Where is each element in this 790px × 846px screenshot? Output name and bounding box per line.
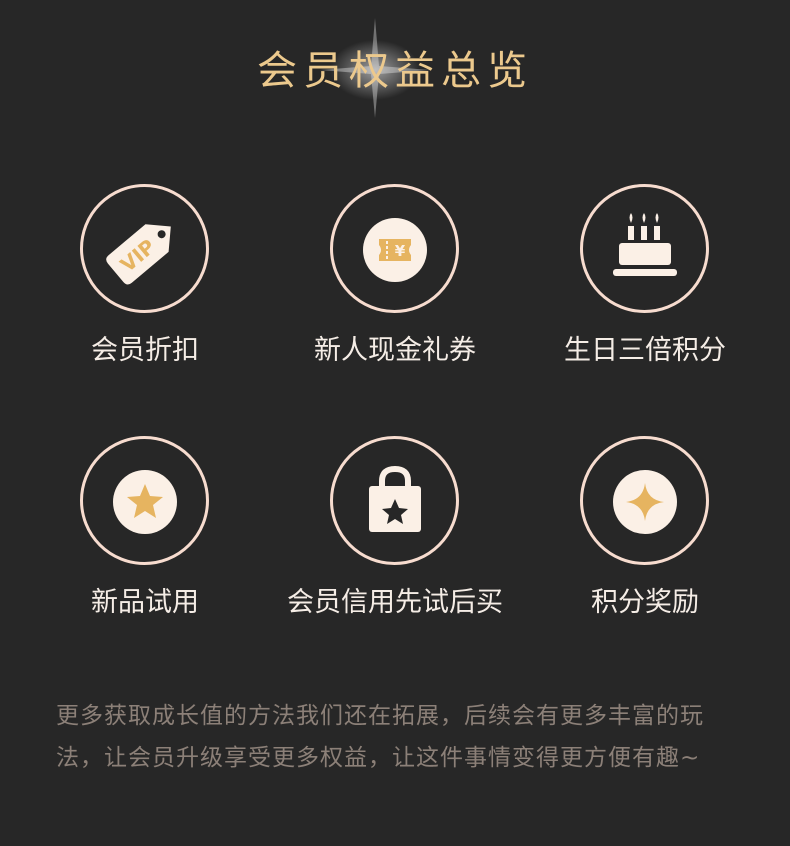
svg-text:¥: ¥ bbox=[395, 242, 406, 260]
shopping-bag-star-icon bbox=[369, 465, 421, 532]
page-title: 会员权益总览 bbox=[257, 48, 533, 94]
birthday-cake-icon bbox=[613, 213, 677, 276]
benefit-icon-ring: ¥ bbox=[330, 184, 459, 313]
footer-description: 更多获取成长值的方法我们还在拓展，后续会有更多丰富的玩法，让会员升级享受更多权益… bbox=[56, 703, 704, 771]
benefit-label: 会员信用先试后买 bbox=[287, 587, 503, 618]
sparkle-icon bbox=[613, 470, 677, 534]
benefit-label: 新人现金礼券 bbox=[314, 335, 476, 366]
star-icon bbox=[113, 470, 177, 534]
benefit-icon-ring bbox=[580, 436, 709, 565]
vip-tag-icon: VIP bbox=[106, 224, 171, 285]
yuan-coupon-icon: ¥ bbox=[363, 218, 427, 282]
benefit-icon-ring bbox=[330, 436, 459, 565]
benefit-label: 新品试用 bbox=[91, 587, 199, 618]
benefit-icon-ring bbox=[580, 184, 709, 313]
benefit-label: 生日三倍积分 bbox=[564, 335, 726, 366]
benefit-label: 积分奖励 bbox=[591, 587, 699, 618]
benefit-icon-ring: VIP bbox=[80, 184, 209, 313]
header: 会员权益总览 bbox=[0, 0, 790, 130]
benefit-icon-ring bbox=[80, 436, 209, 565]
benefit-label: 会员折扣 bbox=[91, 335, 199, 366]
